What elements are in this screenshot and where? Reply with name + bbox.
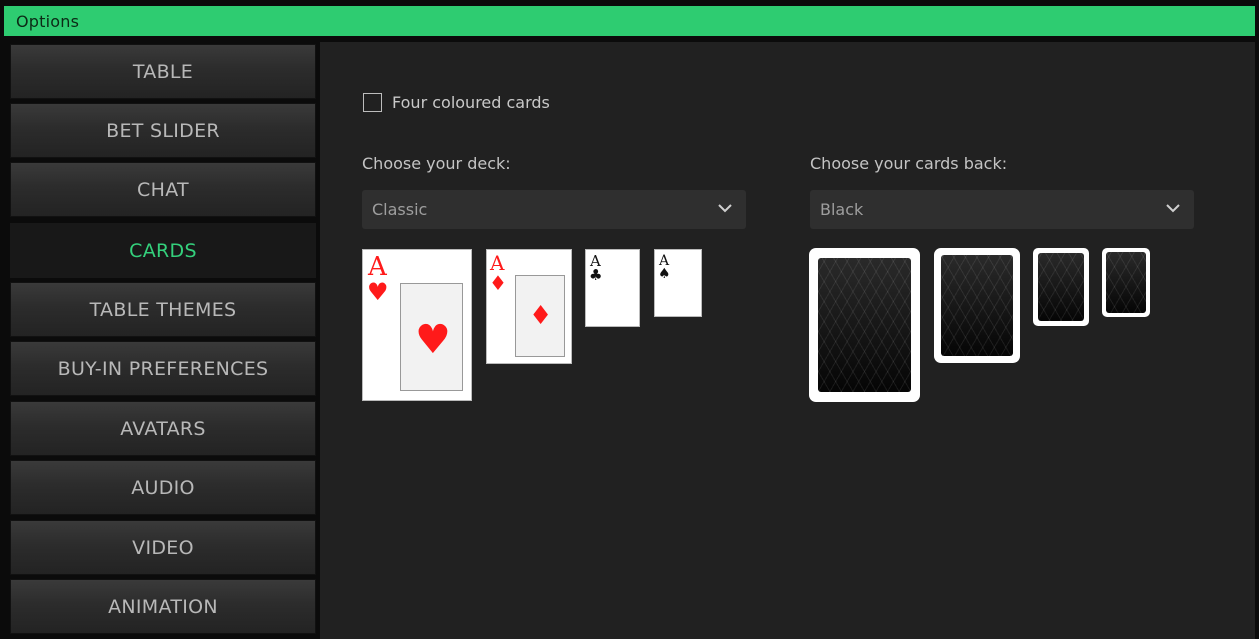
card-back-pattern — [1038, 253, 1084, 321]
four-coloured-cards-checkbox[interactable] — [363, 93, 382, 112]
cards-options-panel: Four coloured cards Choose your deck: Cl… — [320, 42, 1255, 639]
cards-back-select-value: Black — [820, 200, 864, 219]
card-back-pattern — [818, 258, 911, 392]
heart-icon: ♥ — [367, 278, 389, 306]
deck-preview-small[interactable]: A ♣ — [585, 249, 640, 327]
diamond-icon: ♦ — [529, 301, 553, 331]
four-coloured-cards-label: Four coloured cards — [392, 93, 550, 112]
card-back-pattern — [1106, 252, 1146, 313]
window-title-bar: Options — [4, 6, 1255, 36]
card-center: ♦ — [515, 275, 565, 357]
spade-icon: ♠ — [658, 266, 671, 282]
four-coloured-cards-option[interactable]: Four coloured cards — [363, 93, 550, 112]
club-icon: ♣ — [589, 266, 603, 284]
sidebar-item-audio[interactable]: AUDIO — [10, 460, 316, 515]
cards-back-select[interactable]: Black — [810, 190, 1194, 229]
card-rank: A — [368, 252, 387, 282]
sidebar-item-buy-in-preferences[interactable]: BUY-IN PREFERENCES — [10, 341, 316, 396]
sidebar-item-table[interactable]: TABLE — [10, 44, 316, 99]
cards-back-label: Choose your cards back: — [810, 154, 1008, 173]
card-center: ♥ — [400, 283, 463, 391]
deck-select-value: Classic — [372, 200, 428, 219]
options-sidebar: TABLE BET SLIDER CHAT CARDS TABLE THEMES… — [4, 42, 318, 639]
sidebar-item-chat[interactable]: CHAT — [10, 162, 316, 217]
chevron-down-icon — [1166, 204, 1180, 213]
card-back-preview-small[interactable] — [1033, 248, 1089, 326]
sidebar-item-table-themes[interactable]: TABLE THEMES — [10, 282, 316, 337]
card-back-pattern — [941, 255, 1013, 356]
card-back-preview-smallest[interactable] — [1102, 248, 1150, 317]
window-title: Options — [16, 12, 80, 31]
sidebar-item-animation[interactable]: ANIMATION — [10, 579, 316, 634]
deck-preview-large[interactable]: A ♥ ♥ — [362, 249, 472, 401]
deck-preview-smallest[interactable]: A ♠ — [654, 249, 702, 317]
diamond-icon: ♦ — [489, 271, 507, 295]
sidebar-item-avatars[interactable]: AVATARS — [10, 401, 316, 456]
card-rank: A — [490, 251, 505, 275]
sidebar-item-video[interactable]: VIDEO — [10, 520, 316, 575]
deck-select[interactable]: Classic — [362, 190, 746, 229]
chevron-down-icon — [718, 204, 732, 213]
deck-label: Choose your deck: — [362, 154, 511, 173]
sidebar-item-bet-slider[interactable]: BET SLIDER — [10, 103, 316, 158]
card-back-preview-large[interactable] — [809, 248, 920, 402]
card-back-preview-medium[interactable] — [934, 248, 1020, 363]
sidebar-item-cards[interactable]: CARDS — [10, 223, 316, 278]
deck-preview-medium[interactable]: A ♦ ♦ — [486, 249, 572, 364]
heart-icon: ♥ — [415, 317, 451, 363]
